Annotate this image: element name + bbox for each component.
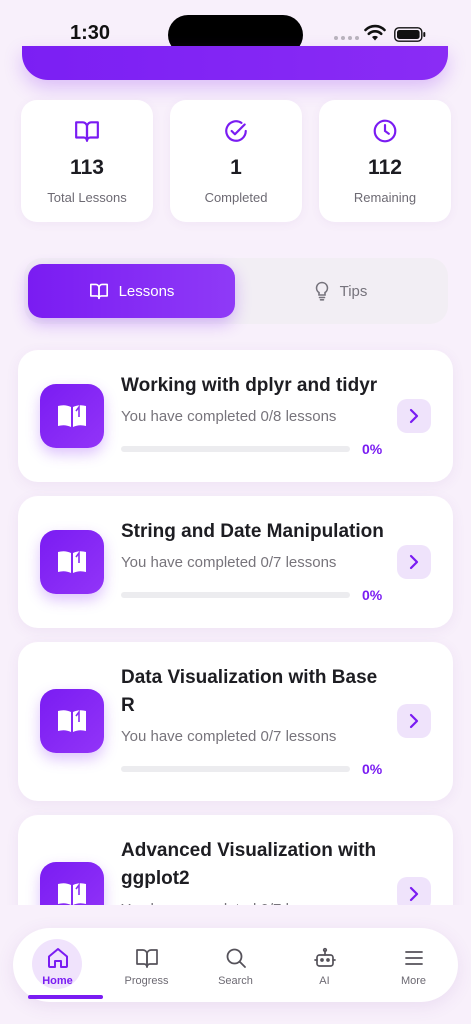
chevron-right-icon <box>409 408 419 424</box>
stat-value: 113 <box>70 156 104 179</box>
lesson-thumbnail <box>40 689 104 753</box>
lesson-title: String and Date Manipulation <box>121 521 384 542</box>
nav-progress-label: Progress <box>124 975 169 987</box>
lesson-thumbnail <box>40 384 104 448</box>
status-time: 1:30 <box>70 22 111 44</box>
screen: 1:30 113 Total Lessons 1 Completed 112 R… <box>0 0 471 1024</box>
wifi-icon <box>364 24 386 41</box>
clock-icon <box>373 119 397 143</box>
nav-ai-label: AI <box>319 975 330 987</box>
lesson-progress-percent: 0% <box>362 441 383 457</box>
nav-ai[interactable]: AI <box>280 928 369 1002</box>
stat-label: Remaining <box>353 190 417 205</box>
lesson-subtitle: You have completed 0/7 lessons <box>121 554 337 571</box>
book-open-icon <box>58 709 86 732</box>
stat-label: Completed <box>204 190 268 205</box>
robot-icon <box>313 947 336 967</box>
tab-lessons-label: Lessons <box>118 282 175 300</box>
lesson-progress-bar <box>121 592 350 598</box>
tab-tips[interactable]: Tips <box>237 264 444 318</box>
hero-banner <box>22 46 448 80</box>
lesson-subtitle: You have completed 0/8 lessons <box>121 408 337 425</box>
search-icon <box>226 948 246 968</box>
stat-remaining: 112 Remaining <box>319 100 451 222</box>
chevron-right-icon <box>409 886 419 902</box>
lesson-title: Advanced Visualization with ggplot2 <box>121 840 377 889</box>
nav-home-label: Home <box>42 975 73 987</box>
chevron-right-icon <box>409 554 419 570</box>
lesson-progress-percent: 0% <box>362 761 383 777</box>
lesson-open-button[interactable] <box>397 704 431 738</box>
stat-label: Total Lessons <box>47 190 127 205</box>
lesson-thumbnail <box>40 530 104 594</box>
nav-more-label: More <box>400 975 427 987</box>
stat-value: 1 <box>230 156 242 179</box>
book-icon <box>135 949 158 968</box>
lesson-open-button[interactable] <box>397 545 431 579</box>
tab-tips-label: Tips <box>339 282 368 300</box>
lesson-card[interactable]: Working with dplyr and tidyr You have co… <box>18 350 453 482</box>
stat-value: 112 <box>368 156 402 179</box>
check-circle-icon <box>225 120 247 142</box>
stat-total-lessons: 113 Total Lessons <box>21 100 153 222</box>
nav-progress[interactable]: Progress <box>102 928 191 1002</box>
stats-row: 113 Total Lessons 1 Completed 112 Remain… <box>21 100 451 222</box>
lesson-progress-percent: 0% <box>362 587 383 603</box>
lesson-progress-bar <box>121 446 350 452</box>
lesson-card[interactable]: Data Visualization with Base R You have … <box>18 642 453 801</box>
lesson-progress-bar <box>121 766 350 772</box>
segmented-control: Lessons Tips <box>24 258 448 324</box>
bottom-nav: Home Progress Search AI More <box>13 928 458 1002</box>
nav-search-label: Search <box>218 975 253 987</box>
lesson-subtitle: You have completed 0/7 lessons <box>121 728 337 745</box>
book-open-icon <box>58 404 86 427</box>
lesson-open-button[interactable] <box>397 399 431 433</box>
book-open-icon <box>75 121 99 142</box>
book-open-icon <box>89 283 108 300</box>
lesson-title: Data Visualization with Base R <box>121 667 378 716</box>
nav-home[interactable]: Home <box>13 928 102 1002</box>
book-open-icon <box>58 882 86 905</box>
menu-icon <box>404 951 423 965</box>
book-open-icon <box>58 550 86 573</box>
home-icon <box>47 948 68 968</box>
battery-icon <box>394 27 426 42</box>
signal-icon <box>334 36 359 40</box>
stat-completed: 1 Completed <box>170 100 302 222</box>
lightbulb-icon <box>315 281 328 301</box>
nav-more[interactable]: More <box>369 928 458 1002</box>
lesson-title: Working with dplyr and tidyr <box>121 375 378 396</box>
active-tab-indicator <box>28 995 103 999</box>
lesson-card[interactable]: String and Date Manipulation You have co… <box>18 496 453 628</box>
chevron-right-icon <box>409 713 419 729</box>
tab-lessons[interactable]: Lessons <box>28 264 235 318</box>
nav-search[interactable]: Search <box>191 928 280 1002</box>
